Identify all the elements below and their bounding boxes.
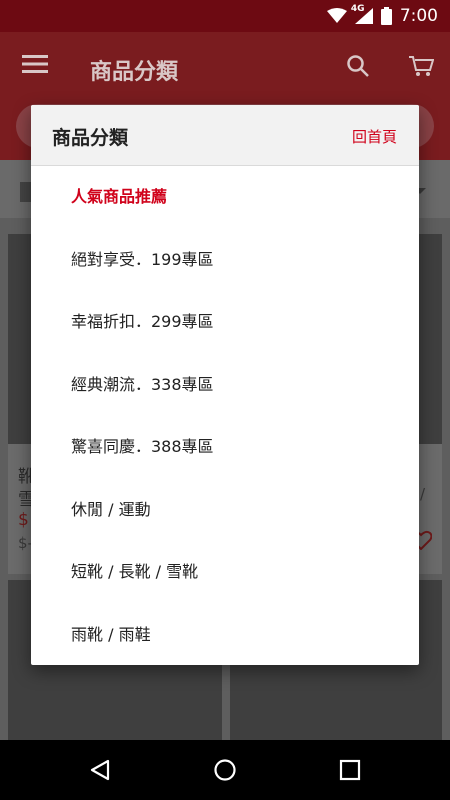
home-icon[interactable] [213,758,237,786]
category-item-199[interactable]: 絕對享受．199專區 [31,229,419,292]
menu-icon[interactable] [22,54,48,78]
recents-icon[interactable] [338,758,362,786]
battery-icon [380,7,392,25]
status-time: 7:00 [399,6,438,26]
home-link[interactable]: 回首頁 [352,126,397,147]
dialog-header: 商品分類 回首頁 [31,105,419,166]
navigation-bar [0,740,450,800]
category-item-popular[interactable]: 人氣商品推薦 [31,166,419,229]
category-list: 人氣商品推薦 絕對享受．199專區 幸福折扣．299專區 經典潮流．338專區 … [31,166,419,665]
category-item-casual-sport[interactable]: 休閒 / 運動 [31,479,419,542]
wifi-icon [326,8,347,24]
app-bar: 商品分類 [0,32,450,104]
product-price-peek: $ [18,510,29,530]
cellular-icon: 4G [351,4,373,24]
search-icon[interactable] [346,54,370,82]
network-type-label: 4G [350,4,365,14]
cart-icon[interactable] [408,54,435,82]
status-icons: 4G 7:00 [326,4,438,26]
category-item-boots[interactable]: 短靴 / 長靴 / 雪靴 [31,541,419,604]
category-item-rain[interactable]: 雨靴 / 雨鞋 [31,604,419,666]
back-icon[interactable] [88,758,112,786]
status-bar: 4G 7:00 [0,0,450,32]
category-item-299[interactable]: 幸福折扣．299專區 [31,291,419,354]
app-title: 商品分類 [90,60,179,85]
category-item-388[interactable]: 驚喜同慶．388專區 [31,416,419,479]
dialog-title: 商品分類 [52,127,129,149]
category-dialog: 商品分類 回首頁 人氣商品推薦 絕對享受．199專區 幸福折扣．299專區 經典… [31,105,419,665]
product-name-peek-right: / [420,485,426,503]
category-item-338[interactable]: 經典潮流．338專區 [31,354,419,417]
